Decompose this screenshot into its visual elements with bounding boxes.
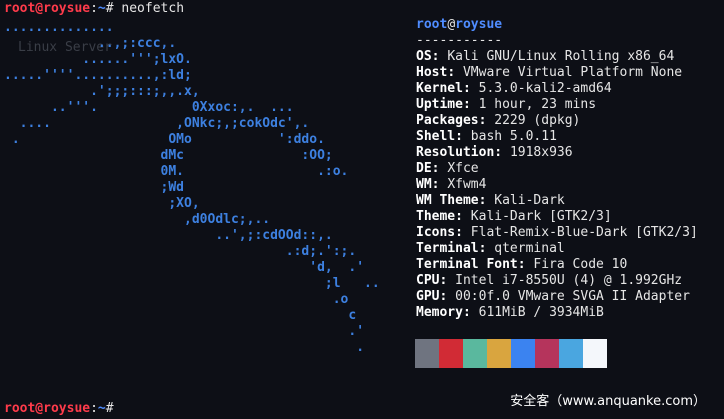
logo-line: ..',;:cdOOd::,. — [4, 228, 333, 243]
logo-line: ;l .. — [4, 276, 380, 291]
command-text: neofetch — [121, 1, 185, 16]
info-key: Uptime — [416, 97, 463, 112]
prompt-user-host: root@roysue — [4, 1, 91, 16]
info-value: 611MiB / 3934MiB — [478, 305, 604, 320]
info-row: WM: Xfwm4 — [416, 177, 487, 192]
prompt-symbol: # — [105, 1, 114, 16]
info-key: WM — [416, 177, 432, 192]
info-row: Resolution: 1918x936 — [416, 145, 573, 160]
info-key: Resolution — [416, 145, 495, 160]
info-value: Xfwm4 — [447, 177, 487, 192]
logo-line: 'd, .' — [4, 260, 365, 275]
info-key: Theme — [416, 209, 456, 224]
info-row: Theme: Kali-Dark [GTK2/3] — [416, 209, 612, 224]
info-value: Intel i7-8550U (4) @ 1.992GHz — [455, 273, 683, 288]
info-row: Terminal Font: Fira Code 10 — [416, 257, 628, 272]
info-value: 00:0f.0 VMware SVGA II Adapter — [455, 289, 690, 304]
info-key: Terminal — [416, 241, 479, 256]
info-row: Terminal: qterminal — [416, 241, 565, 256]
info-value: Kali-Dark [GTK2/3] — [470, 209, 612, 224]
info-value: qterminal — [494, 241, 565, 256]
info-underline: ----------- — [416, 33, 503, 48]
info-key: Kernel — [416, 81, 463, 96]
info-key: Terminal Font — [416, 257, 518, 272]
logo-line: .....''''..........,:ld; — [4, 68, 192, 83]
logo-line: 0M. .:o. — [4, 164, 349, 179]
palette-swatch — [415, 339, 439, 368]
info-key: Shell — [416, 129, 456, 144]
logo-line: .:d;.':;. — [4, 244, 357, 259]
info-key: Icons — [416, 225, 456, 240]
info-value: Kali GNU/Linux Rolling x86_64 — [447, 49, 675, 64]
info-value: Flat-Remix-Blue-Dark [GTK2/3] — [470, 225, 698, 240]
watermark-text: 安全客（www.anquanke.com） — [510, 394, 706, 409]
info-row: CPU: Intel i7-8550U (4) @ 1.992GHz — [416, 273, 683, 288]
prompt-separator-bottom: : — [90, 401, 98, 416]
info-value: bash 5.0.11 — [470, 129, 557, 144]
logo-line: c — [4, 308, 357, 323]
info-row: Shell: bash 5.0.11 — [416, 129, 557, 144]
info-key: OS — [416, 49, 432, 64]
prompt-separator: : — [90, 1, 98, 16]
info-row: WM Theme: Kali-Dark — [416, 193, 565, 208]
palette-swatch — [487, 339, 511, 368]
info-key: WM Theme — [416, 193, 479, 208]
palette-swatch — [511, 339, 535, 368]
info-value: Fira Code 10 — [533, 257, 628, 272]
info-value: VMware Virtual Platform None — [462, 65, 683, 80]
logo-line: ;Wd — [4, 180, 185, 195]
info-key: Memory — [416, 305, 463, 320]
logo-line: .';;;:::;,,.x, — [4, 84, 200, 99]
palette-swatch — [535, 339, 559, 368]
info-row: GPU: 00:0f.0 VMware SVGA II Adapter — [416, 289, 690, 304]
info-at: @ — [447, 17, 456, 32]
logo-line: .o — [4, 292, 349, 307]
info-value: 1 hour, 23 mins — [478, 97, 597, 112]
prompt-path-bottom: ~ — [97, 401, 106, 416]
info-value: Kali-Dark — [494, 193, 565, 208]
info-value: 2229 (dpkg) — [494, 113, 581, 128]
info-row: Host: VMware Virtual Platform None — [416, 65, 683, 80]
palette-swatch — [439, 339, 463, 368]
logo-line: .... ,ONkc;,;cokOdc',. — [4, 116, 310, 131]
info-key: CPU — [416, 273, 440, 288]
prompt-symbol-bottom: # — [105, 401, 114, 416]
logo-line: ..'''. 0Xxoc:,. ... — [4, 100, 294, 115]
info-key: GPU — [416, 289, 440, 304]
info-title: root@roysue — [416, 17, 502, 33]
prompt-user-host-bottom: root@roysue — [4, 401, 91, 416]
logo-line: .' — [4, 324, 365, 339]
logo-line: dMc :OO; — [4, 148, 333, 163]
palette-swatch — [559, 339, 583, 368]
info-value: Xfce — [447, 161, 479, 176]
logo-line: ......''';lxO. — [4, 52, 192, 67]
info-value: 5.3.0-kali2-amd64 — [478, 81, 612, 96]
prompt-line-top: root@roysue:~# neofetch — [4, 1, 184, 17]
info-key: Host — [416, 65, 448, 80]
logo-line: ,d0Odlc;,.. — [4, 212, 271, 227]
info-user: root — [416, 17, 448, 32]
info-row: DE: Xfce — [416, 161, 479, 176]
info-row: OS: Kali GNU/Linux Rolling x86_64 — [416, 49, 675, 64]
logo-line: ;XO, — [4, 196, 200, 211]
info-row: Packages: 2229 (dpkg) — [416, 113, 581, 128]
info-row: Kernel: 5.3.0-kali2-amd64 — [416, 81, 612, 96]
prompt-path: ~ — [97, 1, 106, 16]
info-key: Packages — [416, 113, 479, 128]
logo-line: .............. — [4, 20, 114, 35]
info-value: 1918x936 — [509, 145, 573, 160]
logo-line: . — [4, 340, 365, 355]
palette-swatch — [463, 339, 487, 368]
info-key: DE — [416, 161, 432, 176]
palette-swatch — [583, 339, 607, 368]
info-row: Memory: 611MiB / 3934MiB — [416, 305, 604, 320]
prompt-line-bottom[interactable]: root@roysue:~# — [4, 401, 114, 417]
info-host: roysue — [455, 17, 503, 32]
info-row: Uptime: 1 hour, 23 mins — [416, 97, 597, 112]
info-row: Icons: Flat-Remix-Blue-Dark [GTK2/3] — [416, 225, 698, 240]
logo-line: . OMo ':ddo. — [4, 132, 325, 147]
logo-line: ..,;:ccc,. — [4, 36, 177, 51]
